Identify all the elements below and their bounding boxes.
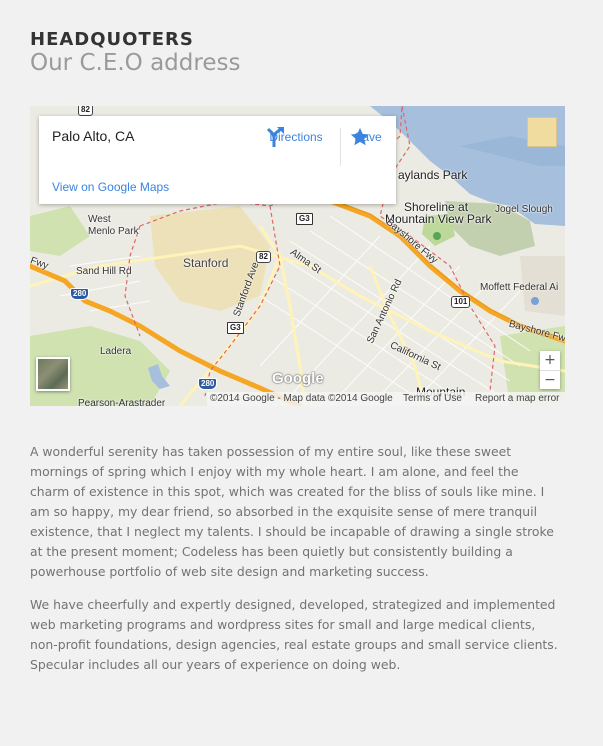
map-label-baylands-park: aylands Park — [398, 168, 468, 182]
shield-g3-south: G3 — [227, 322, 244, 334]
map-label-moffett: Moffett Federal Ai — [480, 282, 559, 293]
map-label-sand-hill-rd: Sand Hill Rd — [76, 266, 132, 277]
directions-button[interactable]: Directions — [265, 126, 327, 147]
airport-marker-icon — [531, 297, 539, 305]
shield-ca82-top: 82 — [78, 106, 93, 116]
place-name: Palo Alto, CA — [52, 128, 135, 144]
section-title: HEADQUOTERS — [30, 29, 194, 50]
zoom-control: + − — [540, 351, 560, 389]
map-label-menlo-park: Menlo Park — [88, 226, 139, 237]
map-label-mountain-view-park: Mountain View Park — [385, 212, 492, 226]
view-on-google-maps-link[interactable]: View on Google Maps — [52, 180, 169, 194]
park-marker-icon — [433, 232, 441, 240]
map-attribution-bar: ©2014 Google - Map data ©2014 Google Ter… — [207, 392, 565, 406]
map-label-jogel-slough: Jogel Slough — [495, 204, 553, 215]
section-subtitle: Our C.E.O address — [30, 50, 241, 76]
terms-of-use-link[interactable]: Terms of Use — [403, 393, 462, 404]
map-label-ladera: Ladera — [100, 346, 132, 357]
embedded-map[interactable]: West Menlo Park Stanford Sand Hill Rd La… — [30, 106, 565, 406]
fullscreen-button[interactable] — [527, 117, 557, 147]
zoom-in-button[interactable]: + — [540, 351, 560, 371]
shield-ca82: 82 — [256, 251, 271, 263]
card-divider — [340, 128, 341, 166]
map-label-pearson-arastradero: Pearson-Arastrader — [78, 398, 166, 406]
body-paragraph-1: A wonderful serenity has taken possessio… — [30, 444, 554, 579]
shield-us101: 101 — [451, 296, 471, 308]
report-map-error-link[interactable]: Report a map error — [475, 393, 559, 404]
map-copyright: ©2014 Google - Map data ©2014 Google — [210, 393, 393, 404]
shield-i280-south: 280 — [198, 378, 218, 390]
body-paragraph-2: We have cheerfully and expertly designed… — [30, 597, 558, 672]
shield-g3-north: G3 — [296, 213, 313, 225]
save-button[interactable]: Save — [349, 126, 387, 146]
google-logo[interactable]: Google — [272, 370, 324, 387]
place-card: Palo Alto, CA Directions Save View on Go… — [39, 116, 396, 204]
map-label-stanford: Stanford — [183, 256, 229, 270]
satellite-view-toggle[interactable] — [36, 357, 70, 391]
map-label-west: West — [88, 214, 111, 225]
zoom-out-button[interactable]: − — [540, 371, 560, 390]
shield-i280-north: 280 — [70, 288, 90, 300]
